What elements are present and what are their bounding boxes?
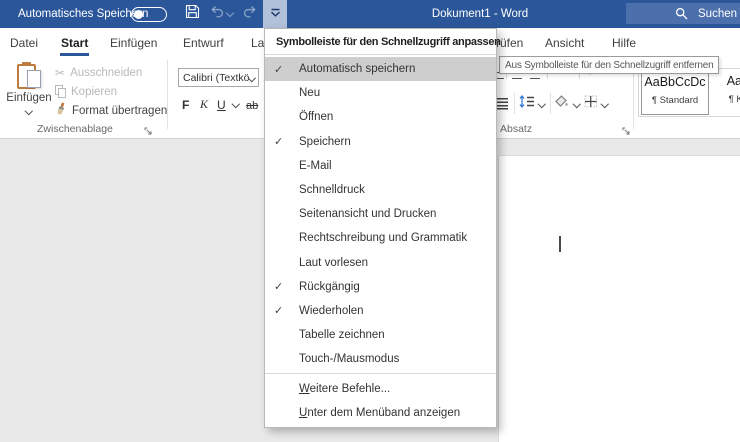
customize-quick-access-toolbar-button[interactable] xyxy=(263,0,287,28)
chevron-down-icon xyxy=(538,100,546,108)
redo-button[interactable] xyxy=(239,0,261,28)
font-name-value: Calibri (Textkö xyxy=(183,72,250,84)
toggle-knob-icon xyxy=(134,10,143,19)
qat-menu-item[interactable]: Unter dem Menüband anzeigen xyxy=(265,401,496,425)
qat-menu-item[interactable]: Touch-/Mausmodus xyxy=(265,347,496,371)
qat-menu-item[interactable]: Öffnen xyxy=(265,105,496,129)
style-name: ¶ Kein xyxy=(711,94,740,105)
menu-separator xyxy=(265,54,496,55)
qat-menu-item[interactable]: ✓ Automatisch speichern xyxy=(265,57,496,81)
line-spacing-icon xyxy=(519,95,535,113)
format-painter-label: Format übertragen xyxy=(72,105,167,117)
qat-menu-item[interactable]: Rechtschreibung und Grammatik xyxy=(265,226,496,250)
chevron-down-icon xyxy=(601,100,609,108)
paintbrush-icon xyxy=(55,102,67,119)
separator xyxy=(550,93,551,114)
autosave-label: Automatisches Speichern xyxy=(18,0,148,28)
qat-menu-item[interactable]: Tabelle zeichnen xyxy=(265,323,496,347)
style-card-standard[interactable]: AaBbCcDc ¶ Standard xyxy=(641,70,709,115)
cut-button[interactable]: ✂ Ausschneiden xyxy=(55,63,142,82)
autosave-toggle[interactable] xyxy=(131,7,167,22)
strikethrough-button[interactable]: ab xyxy=(246,95,258,112)
title-bar: Automatisches Speichern xyxy=(0,0,740,28)
qat-menu-item[interactable]: Laut vorlesen xyxy=(265,251,496,275)
chevron-down-icon xyxy=(25,107,33,115)
qat-menu-item[interactable]: Neu xyxy=(265,81,496,105)
style-preview: AaBb xyxy=(711,74,740,88)
chevron-down-icon xyxy=(573,100,581,108)
styles-gallery: AaBbCcDc ¶ Standard AaBb ¶ Kein xyxy=(638,68,740,117)
clipboard-icon xyxy=(17,62,41,90)
save-button[interactable] xyxy=(181,0,203,28)
search-label: Suchen xyxy=(698,8,737,20)
separator xyxy=(514,93,515,114)
paragraph-dialog-launcher-icon[interactable] xyxy=(622,123,632,133)
qat-menu-item[interactable]: Weitere Befehle... xyxy=(265,376,496,400)
chevron-down-icon xyxy=(225,8,233,16)
qat-menu-item[interactable]: ✓ Wiederholen xyxy=(265,299,496,323)
search-box[interactable]: Suchen xyxy=(626,3,740,24)
tab-entwurf[interactable]: Entwurf xyxy=(183,28,224,57)
paste-button[interactable]: Einfügen xyxy=(6,59,52,129)
italic-button[interactable]: K xyxy=(200,95,208,112)
tab-hilfe[interactable]: Hilfe xyxy=(612,28,636,57)
borders-button[interactable] xyxy=(584,93,608,115)
quick-access-toolbar-menu: Symbolleiste für den Schnellzugriff anpa… xyxy=(264,28,497,428)
paragraph-group-label: Absatz xyxy=(500,123,532,135)
tab-einfügen[interactable]: Einfügen xyxy=(110,28,157,57)
redo-icon xyxy=(243,5,257,23)
check-icon: ✓ xyxy=(265,280,295,293)
document-title: Dokument1 - Word xyxy=(432,0,528,28)
qat-menu-item[interactable]: ✓ Speichern xyxy=(265,130,496,154)
document-page[interactable] xyxy=(498,155,740,442)
menu-separator xyxy=(265,373,496,374)
font-name-combobox[interactable]: Calibri (Textkö xyxy=(178,68,259,87)
tooltip: Aus Symbolleiste für den Schnellzugriff … xyxy=(499,56,719,74)
tab-datei[interactable]: Datei xyxy=(10,28,38,57)
menu-header: Symbolleiste für den Schnellzugriff anpa… xyxy=(265,29,496,52)
tab-ansicht[interactable]: Ansicht xyxy=(545,28,584,57)
copy-icon xyxy=(55,85,66,98)
qat-menu-item[interactable]: Seitenansicht und Drucken xyxy=(265,202,496,226)
shading-button[interactable] xyxy=(555,93,580,115)
underline-button[interactable]: U xyxy=(217,95,226,112)
check-icon: ✓ xyxy=(265,63,295,76)
check-icon: ✓ xyxy=(265,304,295,317)
format-painter-button[interactable]: Format übertragen xyxy=(55,101,167,120)
copy-button-label: Kopieren xyxy=(71,86,117,98)
check-icon: ✓ xyxy=(265,135,295,148)
undo-button[interactable] xyxy=(207,0,235,28)
style-preview: AaBbCcDc xyxy=(642,75,708,89)
tab-start[interactable]: Start xyxy=(61,28,88,57)
word-window: Automatisches Speichern xyxy=(0,0,740,442)
borders-grid-icon xyxy=(584,95,598,113)
clipboard-group-label: Zwischenablage xyxy=(37,123,113,135)
qat-menu-item[interactable]: Schnelldruck xyxy=(265,178,496,202)
bold-button[interactable]: F xyxy=(182,95,189,112)
bar-chevron-icon xyxy=(270,5,281,23)
text-cursor xyxy=(559,236,561,252)
scissors-icon: ✂ xyxy=(55,67,65,79)
cut-button-label: Ausschneiden xyxy=(70,67,142,79)
line-spacing-button[interactable] xyxy=(519,93,545,115)
style-card-no-spacing[interactable]: AaBb ¶ Kein xyxy=(711,70,740,113)
copy-button[interactable]: Kopieren xyxy=(55,82,117,101)
qat-menu-item[interactable]: ✓ Rückgängig xyxy=(265,275,496,299)
search-icon xyxy=(675,7,688,20)
paint-bucket-icon xyxy=(555,95,570,113)
style-name: ¶ Standard xyxy=(642,95,708,106)
paste-button-label: Einfügen xyxy=(6,92,51,104)
group-separator xyxy=(167,60,168,129)
qat-menu-item[interactable]: E-Mail xyxy=(265,154,496,178)
save-icon xyxy=(185,4,200,24)
underline-chevron-icon[interactable] xyxy=(233,95,239,112)
clipboard-dialog-launcher-icon[interactable] xyxy=(144,123,154,133)
undo-icon xyxy=(210,5,224,23)
